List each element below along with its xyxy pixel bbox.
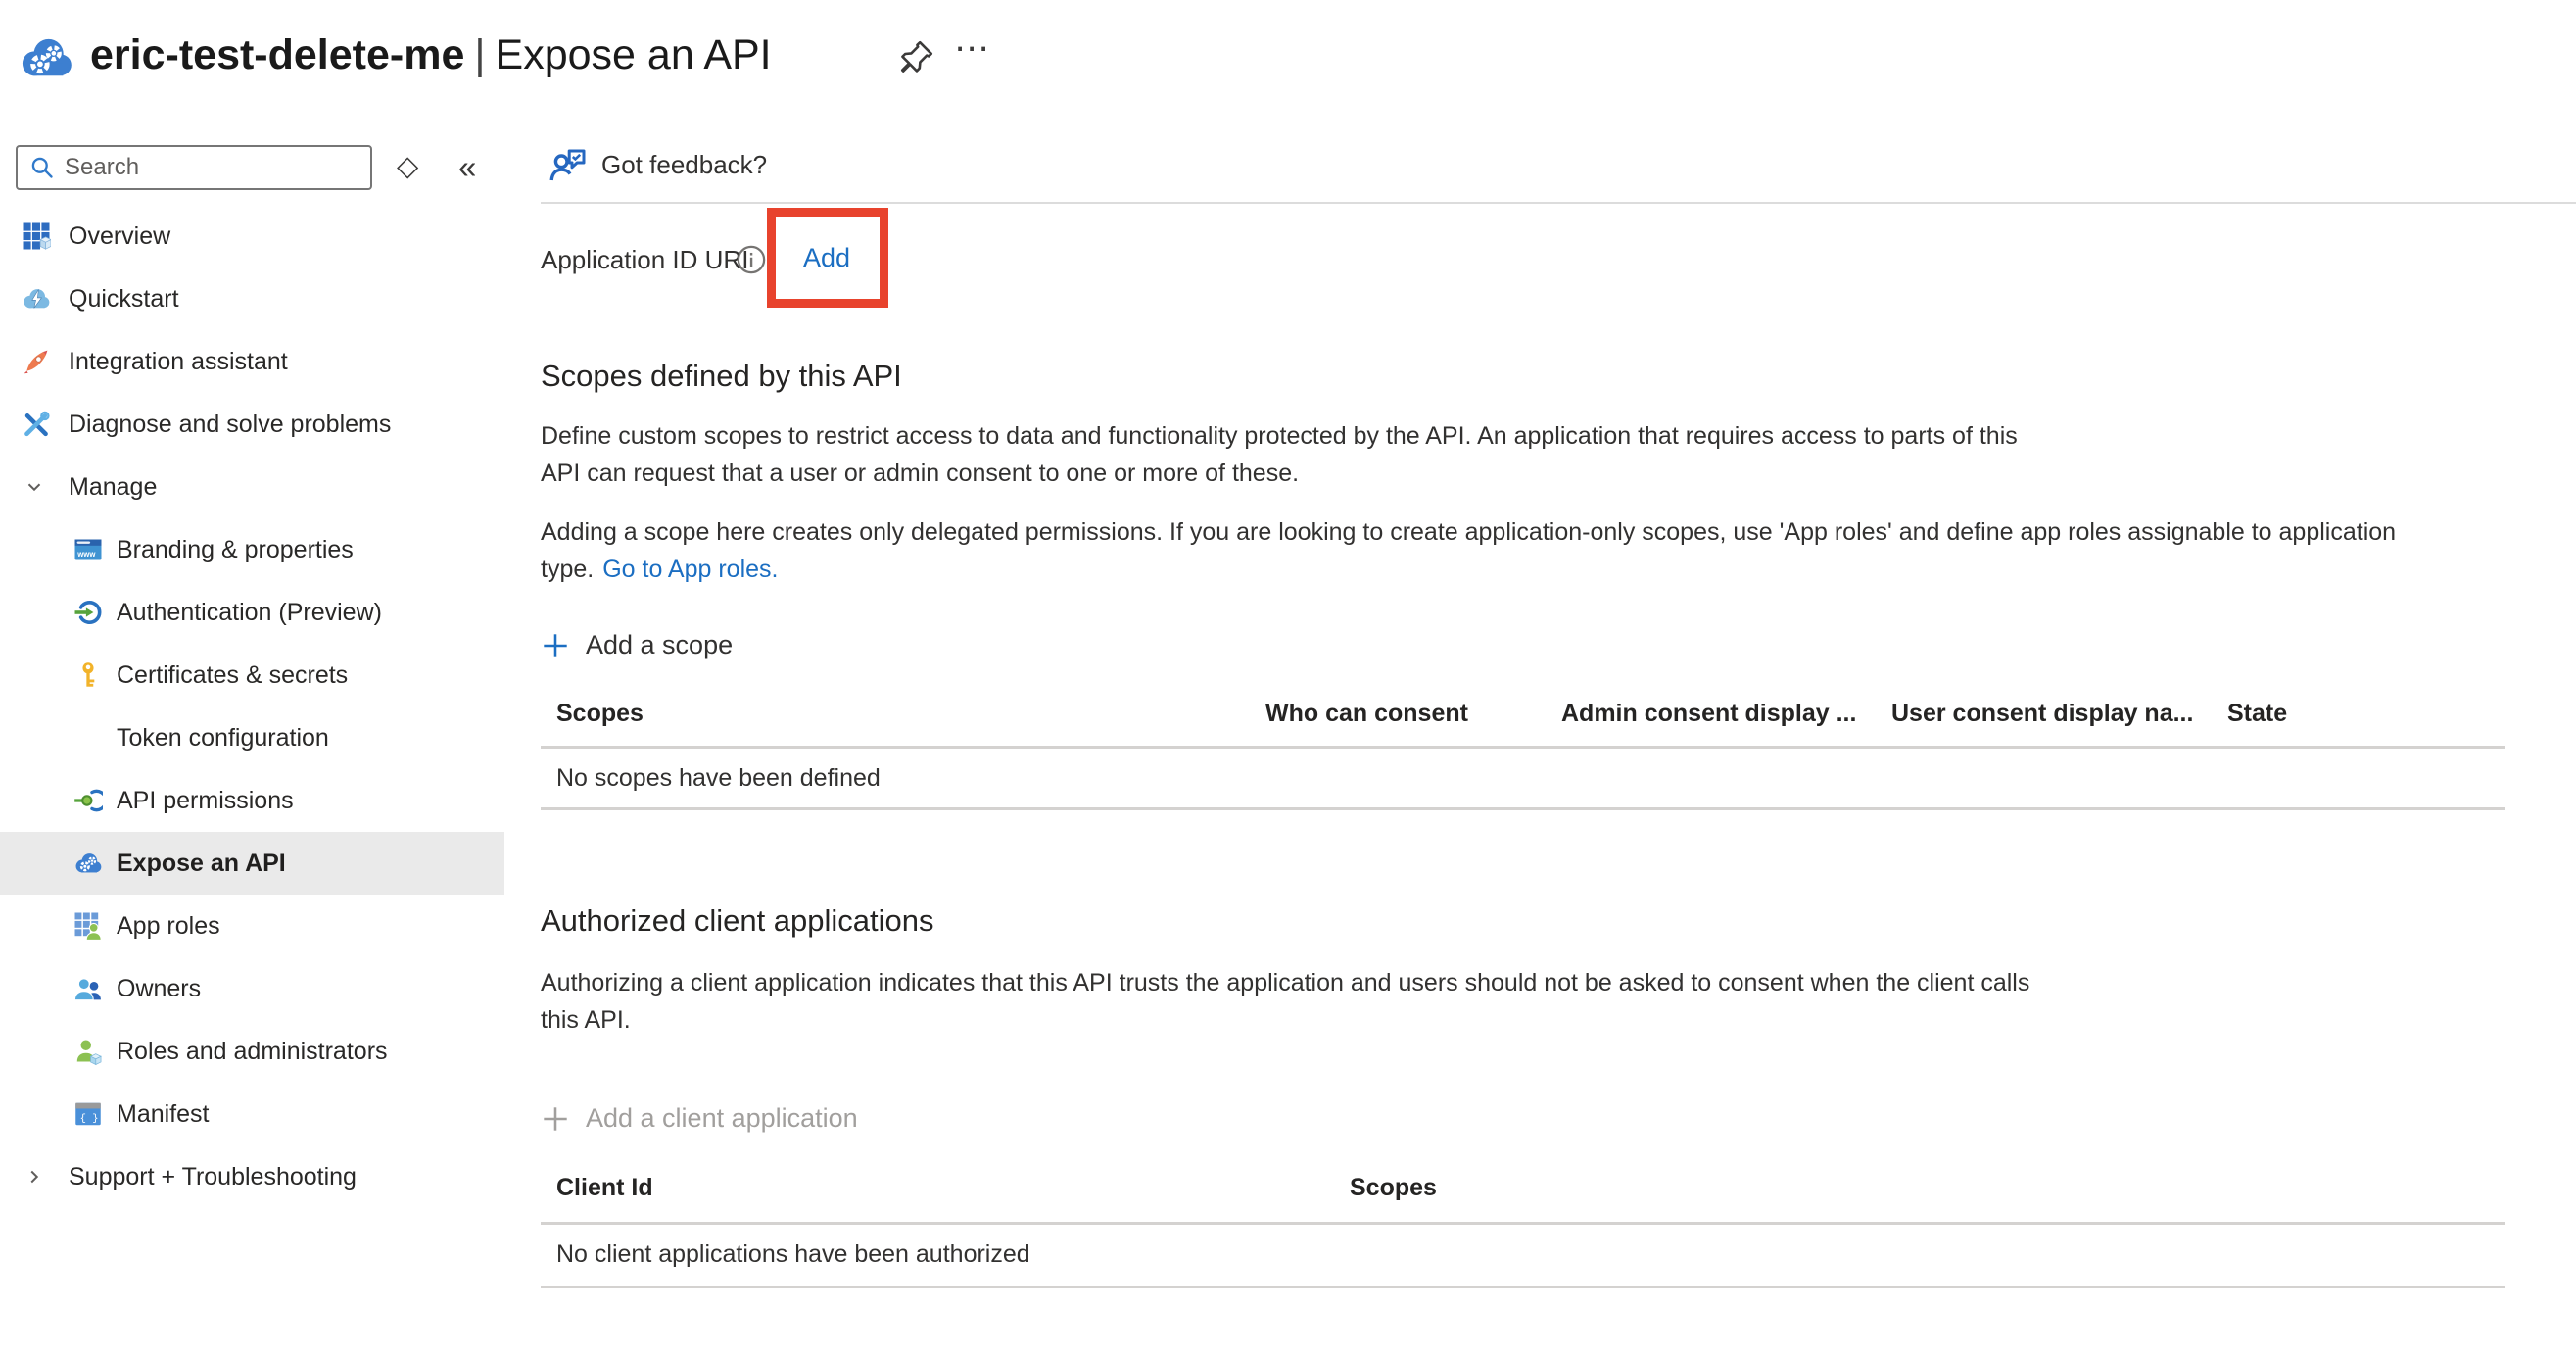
plus-icon [541, 1104, 570, 1134]
pin-icon[interactable] [897, 37, 936, 76]
got-feedback-button[interactable]: Got feedback? [549, 145, 767, 184]
expose-an-api-page: eric-test-delete-me|Expose an API ⋯ ◇ « … [0, 0, 2576, 1360]
role-admin-icon [73, 1037, 103, 1066]
column-header-scopes: Scopes [556, 700, 1265, 728]
browser-icon [73, 535, 103, 564]
blade-title: Expose an API [496, 31, 772, 78]
scopes-empty-text: No scopes have been defined [556, 764, 881, 793]
sidebar-item-expose-an-api[interactable]: Expose an API [0, 832, 504, 895]
clients-table-header: Client IdScopes [541, 1174, 2505, 1202]
sidebar-item-app-roles[interactable]: App roles [0, 895, 504, 957]
column-header-state: State [2227, 700, 2505, 728]
clients-description: Authorizing a client application indicat… [541, 964, 2029, 1039]
column-header-who-can-consent: Who can consent [1265, 700, 1561, 728]
sidebar-item-label: Diagnose and solve problems [69, 411, 391, 439]
sidebar-item-branding-properties[interactable]: Branding & properties [0, 518, 504, 581]
page-title: eric-test-delete-me|Expose an API [90, 31, 772, 79]
got-feedback-label: Got feedback? [601, 150, 767, 180]
search-icon [29, 155, 55, 180]
sidebar-item-integration-assistant[interactable]: Integration assistant [0, 330, 504, 393]
sidebar-item-authentication-preview[interactable]: Authentication (Preview) [0, 581, 504, 644]
feedback-icon [549, 145, 588, 184]
add-a-scope-button[interactable]: Add a scope [541, 630, 733, 660]
sidebar-item-label: App roles [117, 912, 220, 941]
sidebar-item-label: Branding & properties [117, 536, 354, 564]
clients-table-divider-top [541, 1222, 2505, 1225]
scopes-table-header: ScopesWho can consentAdmin consent displ… [541, 700, 2505, 728]
column-header-scopes: Scopes [1350, 1174, 2505, 1202]
clients-section-title: Authorized client applications [541, 903, 934, 939]
more-options-button[interactable]: ⋯ [954, 27, 992, 69]
scopes-table-divider-bottom [541, 807, 2505, 810]
refresh-icon[interactable]: ◇ [397, 153, 418, 181]
scopes-note-text: Adding a scope here creates only delegat… [541, 518, 2396, 583]
clients-empty-text: No client applications have been authori… [556, 1240, 1030, 1269]
overview-icon [22, 221, 51, 251]
add-a-scope-label: Add a scope [586, 630, 733, 660]
sidebar-item-manage[interactable]: Manage [0, 456, 504, 518]
quickstart-icon [22, 284, 51, 314]
sidebar-item-label: Manage [69, 473, 157, 502]
sidebar-item-certificates-secrets[interactable]: Certificates & secrets [0, 644, 504, 706]
sidebar-item-manifest[interactable]: Manifest [0, 1083, 504, 1145]
key-icon [73, 660, 103, 690]
sidebar-item-roles-and-administrators[interactable]: Roles and administrators [0, 1020, 504, 1083]
scopes-table-divider-top [541, 746, 2505, 749]
sidebar-item-api-permissions[interactable]: API permissions [0, 769, 504, 832]
sidebar-item-label: Support + Troubleshooting [69, 1163, 357, 1191]
app-roles-icon [73, 911, 103, 941]
sidebar-item-token-configuration[interactable]: Token configuration [0, 706, 504, 769]
sidebar-item-owners[interactable]: Owners [0, 957, 504, 1020]
owners-icon [73, 974, 103, 1003]
add-application-id-uri-link[interactable]: Add [803, 243, 850, 273]
sidebar-item-overview[interactable]: Overview [0, 205, 504, 267]
column-header-client-id: Client Id [556, 1174, 1350, 1202]
chevron-down-icon [24, 476, 45, 498]
sidebar-item-label: Authentication (Preview) [117, 599, 382, 627]
rocket-icon [22, 347, 51, 376]
plug-icon [73, 786, 103, 815]
info-icon[interactable] [736, 244, 767, 275]
plus-icon [541, 631, 570, 660]
scopes-note: Adding a scope here creates only delegat… [541, 513, 2396, 588]
cloud-gear-icon [73, 849, 103, 878]
scopes-description: Define custom scopes to restrict access … [541, 417, 2018, 492]
sidebar-item-label: Expose an API [117, 850, 286, 878]
command-bar-divider [541, 202, 2576, 204]
sidebar-item-diagnose-and-solve-problems[interactable]: Diagnose and solve problems [0, 393, 504, 456]
sidebar-item-label: Integration assistant [69, 348, 288, 376]
sidebar-item-support-troubleshooting[interactable]: Support + Troubleshooting [0, 1145, 504, 1208]
chevron-right-icon [24, 1166, 45, 1188]
tools-icon [22, 410, 51, 439]
add-a-client-application-label: Add a client application [586, 1103, 858, 1134]
sidebar-item-label: Manifest [117, 1100, 209, 1129]
go-to-app-roles-link[interactable]: Go to App roles. [602, 556, 778, 583]
add-a-client-application-button[interactable]: Add a client application [541, 1103, 858, 1134]
sidebar-item-label: Owners [117, 975, 201, 1003]
title-separator: | [464, 31, 495, 78]
sidebar-item-quickstart[interactable]: Quickstart [0, 267, 504, 330]
manifest-icon [73, 1099, 103, 1129]
sidebar-item-label: Roles and administrators [117, 1038, 388, 1066]
sliders-icon [73, 723, 103, 753]
collapse-sidebar-icon[interactable]: « [458, 151, 476, 183]
search-input[interactable] [65, 154, 358, 181]
sidebar-item-label: Overview [69, 222, 170, 251]
sidebar-nav: Overview Quickstart Integration assistant D… [0, 205, 504, 1208]
app-registration-icon [18, 29, 74, 86]
sidebar-item-label: Certificates & secrets [117, 661, 348, 690]
sidebar-item-label: API permissions [117, 787, 294, 815]
sidebar-item-label: Quickstart [69, 285, 179, 314]
search-input-wrapper [16, 145, 372, 190]
annotation-highlight-box: Add [767, 208, 888, 308]
column-header-admin-consent-display: Admin consent display ... [1561, 700, 1891, 728]
auth-icon [73, 598, 103, 627]
app-name: eric-test-delete-me [90, 31, 464, 78]
clients-table-divider-bottom [541, 1286, 2505, 1288]
sidebar-item-label: Token configuration [117, 724, 329, 753]
column-header-user-consent-display-na: User consent display na... [1891, 700, 2227, 728]
application-id-uri-label: Application ID URI [541, 245, 748, 275]
scopes-section-title: Scopes defined by this API [541, 359, 902, 394]
